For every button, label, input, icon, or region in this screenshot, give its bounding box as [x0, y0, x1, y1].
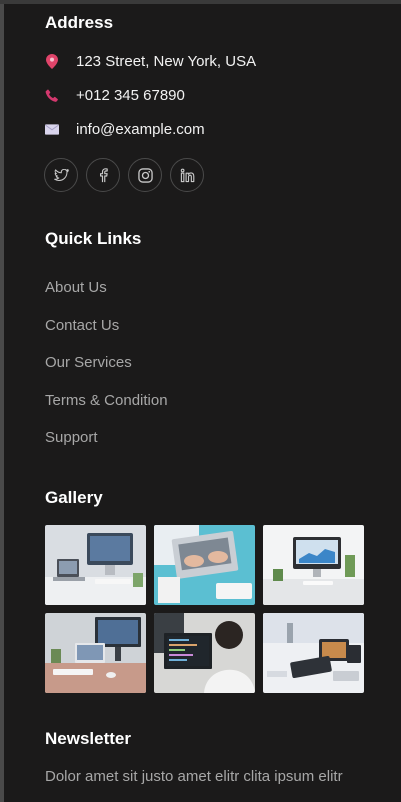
linkedin-icon [180, 168, 194, 182]
phone-text: +012 345 67890 [76, 86, 185, 104]
link-terms-condition[interactable]: Terms & Condition [45, 392, 168, 409]
instagram-button[interactable] [128, 158, 162, 192]
twitter-button[interactable] [44, 158, 78, 192]
gallery-image-4[interactable] [45, 613, 146, 693]
phone-icon [45, 87, 59, 103]
linkedin-button[interactable] [170, 158, 204, 192]
link-about-us[interactable]: About Us [45, 279, 107, 296]
email-row: info@example.com [45, 118, 205, 140]
gallery-heading: Gallery [45, 488, 103, 507]
address-row: 123 Street, New York, USA [45, 50, 256, 72]
gallery-image-2[interactable] [154, 525, 255, 605]
gallery-image-3[interactable] [263, 525, 364, 605]
social-links [44, 158, 204, 192]
phone-row: +012 345 67890 [45, 84, 185, 106]
gallery-image-1[interactable] [45, 525, 146, 605]
facebook-icon [99, 167, 108, 182]
footer-panel: Address 123 Street, New York, USA +012 3… [4, 4, 401, 802]
twitter-icon [53, 168, 69, 181]
quick-links-heading: Quick Links [45, 229, 142, 248]
newsletter-heading: Newsletter [45, 729, 131, 748]
gallery-image-6[interactable] [263, 613, 364, 693]
gallery-grid [45, 525, 364, 693]
map-pin-icon [45, 53, 59, 69]
link-contact-us[interactable]: Contact Us [45, 317, 119, 334]
facebook-button[interactable] [86, 158, 120, 192]
instagram-icon [137, 167, 153, 183]
email-text: info@example.com [76, 120, 205, 138]
newsletter-description: Dolor amet sit justo amet elitr clita ip… [45, 768, 343, 785]
address-text: 123 Street, New York, USA [76, 52, 257, 70]
address-heading: Address [45, 13, 114, 32]
gallery-image-5[interactable] [154, 613, 255, 693]
link-our-services[interactable]: Our Services [45, 354, 132, 371]
link-support[interactable]: Support [45, 429, 98, 446]
envelope-icon [45, 121, 59, 137]
